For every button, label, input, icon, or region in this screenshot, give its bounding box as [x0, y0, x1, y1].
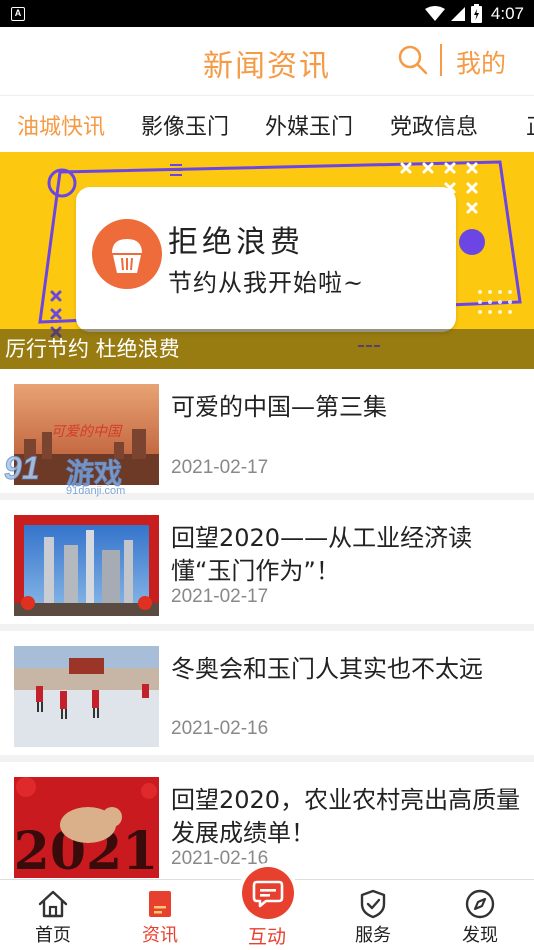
- wifi-icon: [424, 5, 445, 21]
- nav-discover[interactable]: 发现: [440, 880, 520, 950]
- news-thumbnail: 2021: [14, 777, 159, 878]
- home-icon: [38, 890, 68, 918]
- nav-label: 首页: [35, 925, 71, 946]
- nav-service[interactable]: 服务: [333, 880, 413, 950]
- nav-label: 服务: [355, 925, 391, 946]
- mine-button[interactable]: 我的: [456, 44, 506, 80]
- banner-subline: 节约从我开始啦~: [168, 269, 365, 297]
- nav-label: 资讯: [142, 925, 178, 946]
- compass-icon: [465, 889, 495, 919]
- news-list: 可爱的中国 可爱的中国—第三集 2021-02-17 回望2020——从工业经济…: [0, 369, 534, 879]
- news-date: 2021-02-16: [171, 718, 269, 739]
- clock: 4:07: [490, 3, 524, 23]
- nav-label: 互动: [247, 926, 286, 948]
- search-icon[interactable]: [396, 43, 430, 77]
- tab-more[interactable]: 正: [526, 109, 534, 141]
- status-icons: 4:07: [424, 3, 524, 24]
- status-bar: A 4:07: [0, 0, 534, 27]
- tab-yumen-images[interactable]: 影像玉门: [141, 109, 229, 141]
- tab-party-gov-info[interactable]: 党政信息: [390, 109, 478, 141]
- app-header: 新闻资讯 我的: [0, 27, 534, 95]
- news-item[interactable]: 回望2020——从工业经济读懂“玉门作为”！ 2021-02-17: [0, 500, 534, 624]
- interact-fab: [242, 867, 294, 919]
- nav-news[interactable]: 资讯: [120, 880, 200, 950]
- news-title: 回望2020——从工业经济读懂“玉门作为”！: [171, 524, 473, 585]
- nav-home[interactable]: 首页: [13, 880, 93, 950]
- tab-foreign-media[interactable]: 外媒玉门: [265, 109, 353, 141]
- cupcake-icon: [92, 219, 162, 289]
- news-date: 2021-02-17: [171, 457, 269, 478]
- signal-icon: [450, 6, 465, 21]
- tab-youcheng-news[interactable]: 油城快讯: [17, 109, 105, 141]
- news-icon: [149, 891, 171, 917]
- news-item[interactable]: 冬奥会和玉门人其实也不太远 2021-02-16: [0, 631, 534, 755]
- category-tabs: 油城快讯 影像玉门 外媒玉门 党政信息 正: [0, 95, 534, 152]
- news-date: 2021-02-17: [171, 586, 269, 607]
- news-item[interactable]: 可爱的中国 可爱的中国—第三集 2021-02-17: [0, 369, 534, 493]
- news-title: 回望2020，农业农村亮出高质量发展成绩单！: [171, 786, 521, 847]
- news-title: 可爱的中国—第三集: [171, 393, 387, 421]
- banner-card: 拒绝浪费 节约从我开始啦~: [76, 187, 456, 332]
- banner-headline: 拒绝浪费: [168, 225, 304, 260]
- shield-icon: [360, 889, 386, 919]
- chat-icon: [252, 880, 284, 908]
- header-divider: [440, 44, 442, 76]
- app-notification-icon: A: [11, 7, 25, 21]
- nav-interact[interactable]: 互动: [234, 861, 300, 950]
- news-thumbnail: [14, 646, 159, 747]
- banner-carousel[interactable]: 拒绝浪费 节约从我开始啦~ 厉行节约 杜绝浪费: [0, 152, 534, 369]
- page-title: 新闻资讯: [203, 49, 331, 84]
- banner-caption: 厉行节约 杜绝浪费: [5, 337, 180, 361]
- news-thumbnail: [14, 515, 159, 616]
- battery-icon: [470, 4, 482, 23]
- thumbnail-text: 可爱的中国: [51, 424, 123, 440]
- nav-label: 发现: [462, 925, 498, 946]
- news-thumbnail: 可爱的中国: [14, 384, 159, 485]
- news-title: 冬奥会和玉门人其实也不太远: [171, 655, 483, 683]
